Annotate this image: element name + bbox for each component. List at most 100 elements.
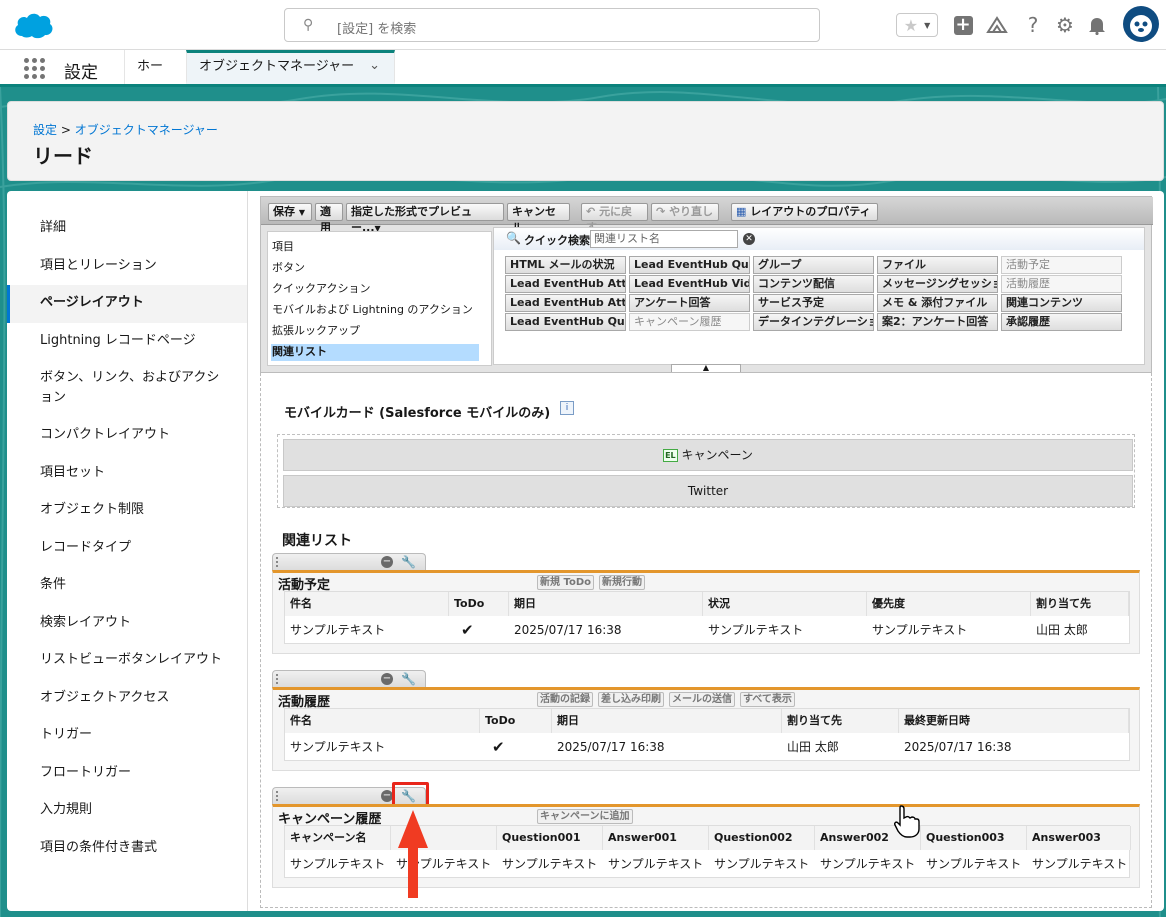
sidebar-item-compact-layouts[interactable]: コンパクトレイアウト: [40, 425, 240, 445]
palette-item[interactable]: 関連コンテンツ: [1001, 294, 1122, 312]
palette-item[interactable]: 案2：アンケート回答: [877, 313, 998, 331]
undo-button[interactable]: ↶ 元に戻す: [581, 203, 648, 234]
tab-object-manager[interactable]: オブジェクトマネージャー ⌄: [186, 50, 395, 84]
trailhead-button[interactable]: [984, 12, 1010, 38]
preview-as-button[interactable]: 指定した形式でプレビュー...▼: [346, 203, 504, 234]
save-label: 保存: [273, 205, 295, 218]
chevron-down-icon[interactable]: ⌄: [369, 52, 380, 80]
notifications-button[interactable]: [1086, 12, 1108, 38]
breadcrumb-object-manager-link[interactable]: オブジェクトマネージャー: [75, 123, 218, 137]
new-event-button[interactable]: 新規行動: [599, 575, 645, 590]
column-header: 状況: [703, 592, 867, 616]
sidebar-item-fields[interactable]: 項目とリレーション: [40, 256, 240, 276]
palette-item[interactable]: Lead EventHub Vid...: [629, 275, 750, 293]
palette-item[interactable]: データインテグレーション: [753, 313, 874, 331]
sidebar-item-lightning-pages[interactable]: Lightning レコードページ: [40, 331, 240, 351]
palette-item[interactable]: グループ: [753, 256, 874, 274]
breadcrumb-setup-link[interactable]: 設定: [33, 123, 57, 137]
drag-handle-icon[interactable]: [276, 791, 279, 801]
sidebar-item-list-view-button-layout[interactable]: リストビューボタンレイアウト: [40, 650, 240, 670]
palette-item[interactable]: 承認履歴: [1001, 313, 1122, 331]
add-to-campaign-button[interactable]: キャンペーンに追加: [537, 809, 633, 824]
palette-category-mobile-actions[interactable]: モバイルおよび Lightning のアクション: [272, 302, 473, 318]
palette-item[interactable]: HTML メールの状況: [505, 256, 626, 274]
sidebar-item-flow-triggers[interactable]: フロートリガー: [40, 763, 240, 783]
palette-category-buttons[interactable]: ボタン: [272, 260, 305, 276]
palette-item[interactable]: メッセージングセッション: [877, 275, 998, 293]
sidebar-item-triggers[interactable]: トリガー: [40, 725, 240, 745]
tab-home[interactable]: ホーム: [124, 50, 186, 108]
related-list-table: 件名 サンプルテキスト ToDo ✔ 期日 2025/07/17 16:38 割り当て先 山田…: [284, 708, 1130, 761]
column-header: 割り当て先: [1031, 592, 1129, 616]
palette-item[interactable]: メモ & 添付ファイル: [877, 294, 998, 312]
sidebar-item-buttons-links-actions[interactable]: ボタン、リンク、およびアクション: [40, 368, 230, 408]
wrench-icon[interactable]: 🔧: [401, 672, 416, 686]
sidebar-item-object-limits[interactable]: オブジェクト制限: [40, 500, 240, 520]
remove-icon[interactable]: −: [381, 673, 393, 685]
palette-item[interactable]: Lead EventHub Att...: [505, 275, 626, 293]
apply-button[interactable]: 適用: [315, 203, 343, 234]
layout-properties-button[interactable]: ▦ レイアウトのプロパティ: [731, 203, 878, 221]
collapse-palette-handle[interactable]: ▲: [671, 364, 741, 372]
info-icon[interactable]: i: [560, 401, 574, 415]
palette-item[interactable]: 活動履歴: [1001, 275, 1122, 293]
global-actions-button[interactable]: +: [952, 12, 974, 38]
sidebar-item-field-sets[interactable]: 項目セット: [40, 463, 240, 483]
palette-item[interactable]: サービス予定: [753, 294, 874, 312]
drag-handle-icon[interactable]: [276, 674, 279, 684]
sidebar-item-details[interactable]: 詳細: [40, 218, 240, 238]
wrench-icon[interactable]: 🔧: [401, 555, 416, 569]
palette-item[interactable]: コンテンツ配信: [753, 275, 874, 293]
remove-icon[interactable]: −: [381, 556, 393, 568]
palette-item[interactable]: 活動予定: [1001, 256, 1122, 274]
view-all-button[interactable]: すべて表示: [740, 692, 795, 707]
global-search-input[interactable]: ⚲ [設定] を検索: [284, 8, 820, 42]
palette-item[interactable]: Lead EventHub Que...: [505, 313, 626, 331]
palette-category-related-lists[interactable]: 関連リスト: [272, 344, 327, 360]
search-placeholder: [設定] を検索: [337, 22, 417, 37]
related-list-handle[interactable]: − 🔧: [272, 670, 426, 687]
sidebar-item-record-types[interactable]: レコードタイプ: [40, 538, 240, 558]
sidebar-item-validation-rules[interactable]: 入力規則: [40, 800, 240, 820]
salesforce-logo[interactable]: [12, 10, 54, 40]
mobile-card-campaign[interactable]: EL キャンペーン: [283, 439, 1133, 471]
app-launcher-icon[interactable]: [24, 58, 46, 80]
favorites-button[interactable]: ★ ▼: [896, 13, 938, 37]
sidebar-item-object-access[interactable]: オブジェクトアクセス: [40, 688, 240, 708]
mobile-card-campaign-label: キャンペーン: [681, 448, 753, 462]
trailhead-icon: [986, 16, 1008, 33]
mobile-card-twitter[interactable]: Twitter: [283, 475, 1133, 507]
table-cell: ✔: [492, 738, 505, 756]
palette-item[interactable]: キャンペーン履歴: [629, 313, 750, 331]
sidebar-item-search-layouts[interactable]: 検索レイアウト: [40, 613, 240, 633]
sidebar-item-page-layouts[interactable]: ページレイアウト: [40, 293, 240, 313]
send-email-button[interactable]: メールの送信: [669, 692, 735, 707]
quick-find-input[interactable]: 関連リスト名: [590, 230, 738, 248]
sidebar-item-conditions[interactable]: 条件: [40, 575, 240, 595]
cancel-button[interactable]: キャンセル: [507, 203, 570, 234]
avatar[interactable]: [1123, 6, 1159, 42]
bell-icon: [1089, 18, 1105, 35]
save-button[interactable]: 保存 ▼: [268, 203, 312, 221]
palette-item[interactable]: アンケート回答: [629, 294, 750, 312]
clear-icon[interactable]: ✕: [743, 233, 755, 245]
help-button[interactable]: ?: [1022, 12, 1044, 38]
palette-category-fields[interactable]: 項目: [272, 239, 294, 255]
palette-item[interactable]: ファイル: [877, 256, 998, 274]
palette-item[interactable]: Lead EventHub Att...: [505, 294, 626, 312]
log-activity-button[interactable]: 活動の記録: [537, 692, 593, 707]
sidebar-item-conditional-formatting[interactable]: 項目の条件付き書式: [40, 838, 240, 858]
new-todo-button[interactable]: 新規 ToDo: [537, 575, 595, 590]
palette-category-quick-actions[interactable]: クイックアクション: [272, 281, 370, 297]
redo-button[interactable]: ↷ やり直し: [651, 203, 719, 221]
setup-button[interactable]: ⚙: [1054, 12, 1076, 38]
breadcrumb: 設定 > オブジェクトマネージャー: [33, 121, 218, 138]
tab-object-manager-label: オブジェクトマネージャー: [199, 59, 355, 74]
palette-category-expanded-lookups[interactable]: 拡張ルックアップ: [272, 323, 360, 339]
palette-item[interactable]: Lead EventHub Que...: [629, 256, 750, 274]
related-list-activity-history[interactable]: 活動履歴 活動の記録 差し込み印刷 メールの送信 すべて表示 件名 サンプルテキス…: [272, 687, 1140, 771]
related-list-activities[interactable]: 活動予定 新規 ToDo 新規行動 件名 サンプルテキスト ToDo ✔ 期日 2025/…: [272, 570, 1140, 654]
related-list-handle[interactable]: − 🔧: [272, 553, 426, 570]
drag-handle-icon[interactable]: [276, 557, 279, 567]
mail-merge-button[interactable]: 差し込み印刷: [598, 692, 664, 707]
